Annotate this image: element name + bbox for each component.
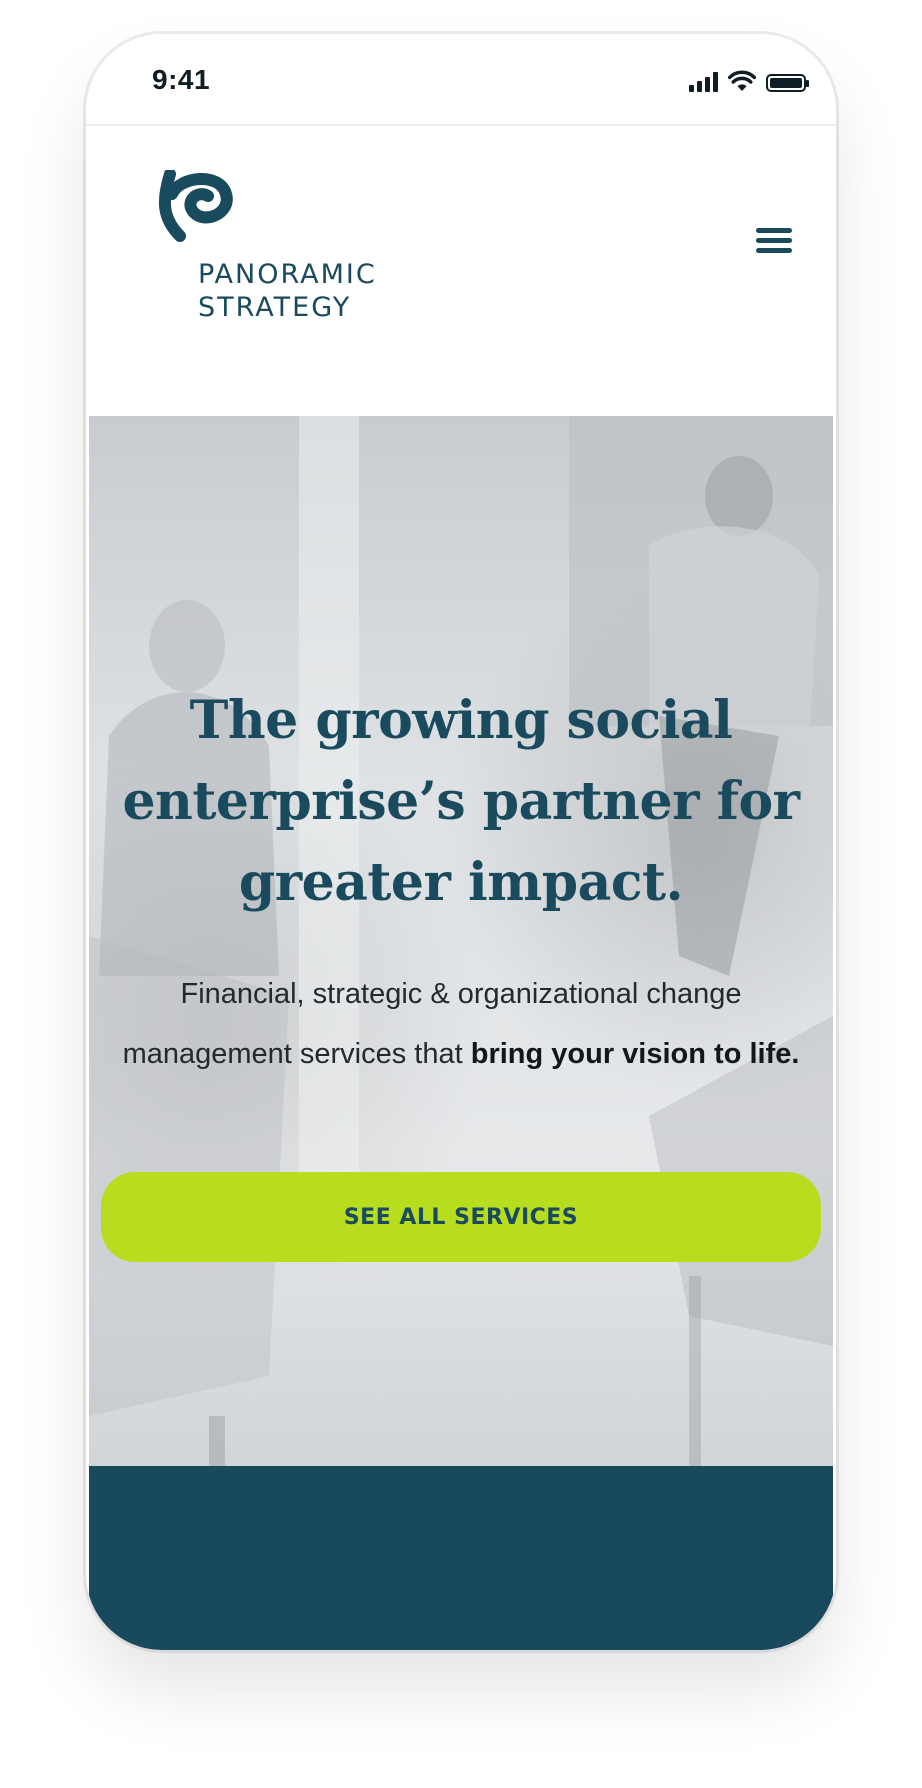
see-all-services-button[interactable]: SEE ALL SERVICES [101,1172,821,1262]
cellular-signal-icon [689,72,718,92]
logo-line-1: PANORAMIC [198,259,377,290]
site-header: PANORAMIC STRATEGY [86,126,836,414]
hamburger-menu-icon[interactable] [756,223,798,257]
logo-wordmark[interactable]: PANORAMIC STRATEGY [198,258,377,324]
wifi-icon [728,70,756,91]
logo-line-2: STRATEGY [198,292,352,323]
battery-level [770,78,802,88]
hero-subtext: Financial, strategic & organizational ch… [109,964,813,1084]
hero-content: The growing social enterprise’s partner … [89,416,833,1466]
phone-frame: 9:41 PANORAMIC STRATEGY The growing soci… [86,34,836,1650]
stage: 9:41 PANORAMIC STRATEGY The growing soci… [0,0,922,1788]
dark-band-section [89,1466,833,1650]
status-bar: 9:41 [86,34,836,126]
hero-headline: The growing social enterprise’s partner … [122,690,800,913]
battery-icon [766,74,809,92]
hero-subtext-bold: bring your vision to life. [470,1038,800,1070]
hero-section: The growing social enterprise’s partner … [89,416,833,1466]
status-icons [689,68,809,92]
status-time: 9:41 [152,64,211,95]
